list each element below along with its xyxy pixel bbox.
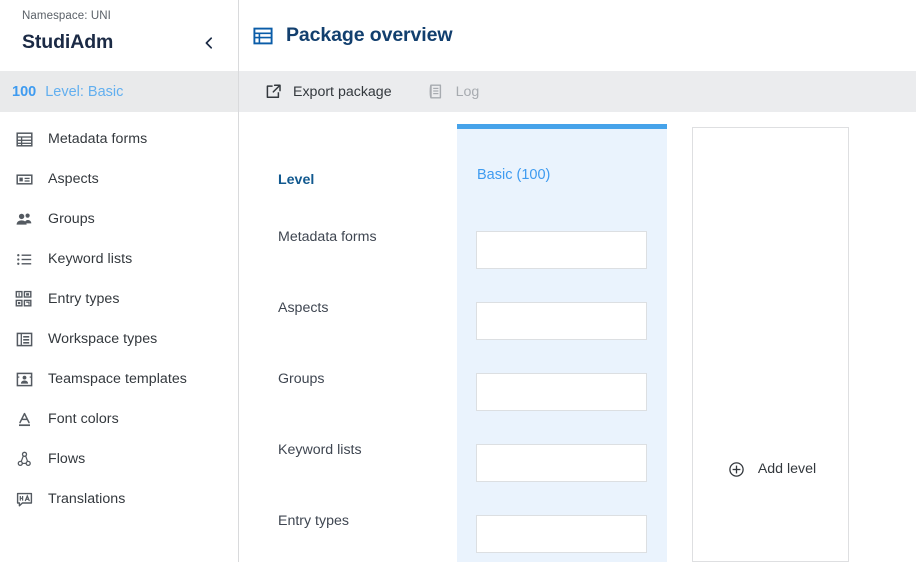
sidebar-item-entry-types[interactable]: Entry types [0, 279, 238, 319]
chevron-left-icon[interactable] [198, 32, 220, 54]
add-level-panel: Add level [692, 127, 849, 562]
level-column-basic[interactable]: Basic (100) [457, 124, 667, 562]
table-form-icon [12, 127, 36, 151]
add-level-button[interactable]: Add level [693, 459, 850, 479]
sidebar-item-label: Flows [48, 451, 86, 467]
row-label-aspects: Aspects [278, 300, 329, 316]
entry-types-icon [12, 287, 36, 311]
aspect-card-icon [12, 167, 36, 191]
app-title: StudiAdm [22, 31, 114, 53]
level-label: Level: Basic [45, 83, 124, 100]
sidebar-header: Namespace: UNI StudiAdm [0, 0, 238, 71]
sidebar-item-workspace-types[interactable]: Workspace types [0, 319, 238, 359]
sidebar-item-flows[interactable]: Flows [0, 439, 238, 479]
level-code: 100 [12, 83, 37, 100]
row-label-entry-types: Entry types [278, 513, 349, 529]
table-grid-icon [250, 23, 276, 49]
export-package-label: Export package [293, 83, 392, 100]
level-accent-bar [457, 124, 667, 129]
row-label-keyword-lists: Keyword lists [278, 442, 362, 458]
add-level-label: Add level [757, 461, 817, 477]
font-color-icon [12, 407, 36, 431]
main-content: Package overview Export package Log Leve… [239, 0, 916, 562]
workspace-types-icon [12, 327, 36, 351]
document-log-icon [426, 82, 446, 102]
sidebar-item-label: Metadata forms [48, 131, 148, 147]
sidebar-item-label: Aspects [48, 171, 99, 187]
translations-icon [12, 487, 36, 511]
sidebar-item-label: Teamspace templates [48, 371, 187, 387]
level-column-title: Basic (100) [477, 167, 551, 183]
row-label-level: Level [278, 172, 315, 188]
sidebar-item-teamspace-templates[interactable]: Teamspace templates [0, 359, 238, 399]
slot-metadata-forms[interactable] [476, 231, 647, 269]
people-group-icon [12, 207, 36, 231]
log-button[interactable]: Log [426, 82, 480, 102]
slot-keyword-lists[interactable] [476, 444, 647, 482]
sidebar-item-level-basic[interactable]: 100 Level: Basic [0, 71, 238, 112]
slot-aspects[interactable] [476, 302, 647, 340]
sidebar-item-label: Groups [48, 211, 95, 227]
page-header: Package overview [239, 0, 916, 71]
slot-groups[interactable] [476, 373, 647, 411]
sidebar-item-translations[interactable]: Translations [0, 479, 238, 519]
package-board: Level Metadata forms Aspects Groups Keyw… [239, 112, 916, 562]
plus-circle-icon [727, 459, 747, 479]
row-label-groups: Groups [278, 371, 325, 387]
sidebar-item-aspects[interactable]: Aspects [0, 159, 238, 199]
sidebar-item-label: Workspace types [48, 331, 158, 347]
external-link-icon [263, 82, 283, 102]
sidebar-item-label: Entry types [48, 291, 120, 307]
teamspace-template-icon [12, 367, 36, 391]
sidebar-item-groups[interactable]: Groups [0, 199, 238, 239]
sidebar-item-label: Font colors [48, 411, 119, 427]
bullet-list-icon [12, 247, 36, 271]
sidebar-item-label: Translations [48, 491, 126, 507]
export-package-button[interactable]: Export package [263, 82, 392, 102]
app-title-row: StudiAdm [0, 23, 238, 54]
sidebar-item-label: Keyword lists [48, 251, 133, 267]
page-title: Package overview [286, 24, 453, 46]
sidebar-nav-list: Metadata forms Aspects Groups Keyword li… [0, 112, 238, 519]
sidebar-item-keyword-lists[interactable]: Keyword lists [0, 239, 238, 279]
log-label: Log [455, 83, 480, 100]
toolbar: Export package Log [239, 71, 916, 112]
namespace-label: Namespace: UNI [22, 10, 111, 22]
flow-nodes-icon [12, 447, 36, 471]
slot-entry-types[interactable] [476, 515, 647, 553]
row-label-metadata-forms: Metadata forms [278, 229, 377, 245]
sidebar-item-font-colors[interactable]: Font colors [0, 399, 238, 439]
sidebar-item-metadata-forms[interactable]: Metadata forms [0, 119, 238, 159]
app-window: Namespace: UNI StudiAdm 100 Level: Basic [0, 0, 916, 562]
sidebar: Namespace: UNI StudiAdm 100 Level: Basic [0, 0, 239, 562]
